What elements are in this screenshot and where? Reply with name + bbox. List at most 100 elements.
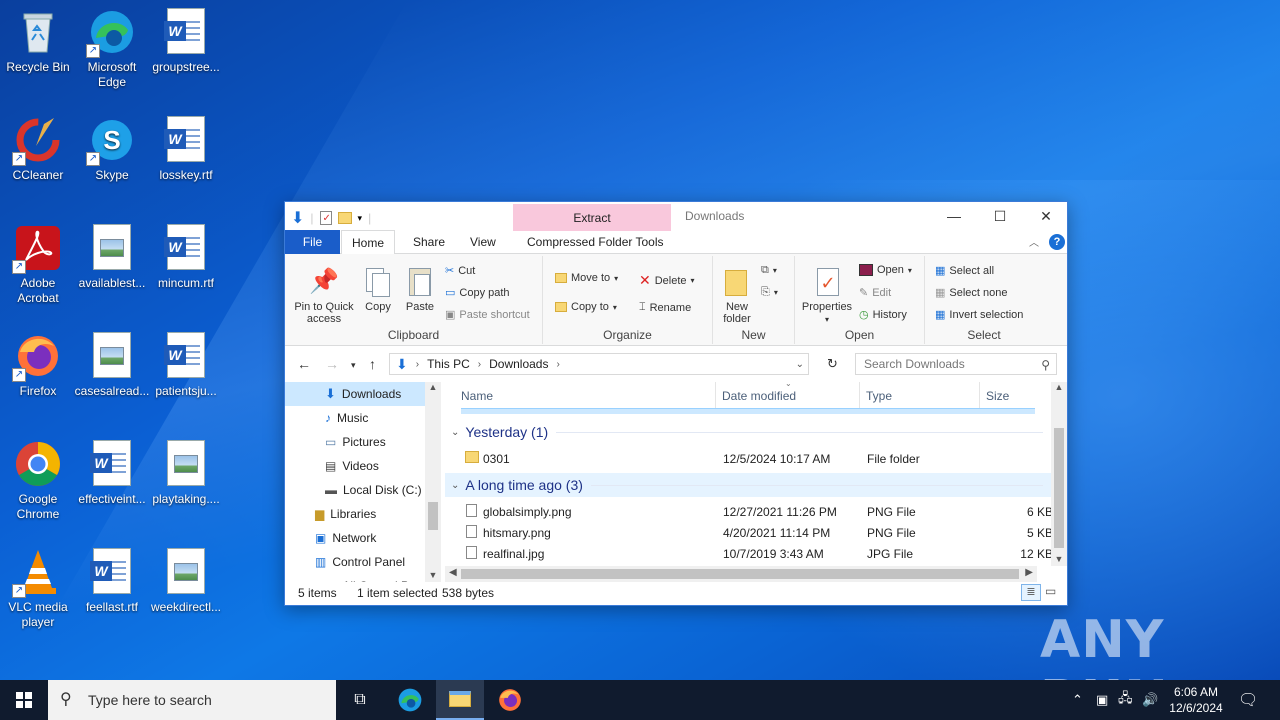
nav-item-pictures[interactable]: ▭ Pictures [285, 430, 441, 454]
scroll-down-icon[interactable]: ▼ [1051, 554, 1067, 564]
desktop-icon-word-doc[interactable]: W losskey.rtf [148, 116, 224, 183]
desktop-icon-word-doc[interactable]: W mincum.rtf [148, 224, 224, 291]
desktop-icon-edge[interactable]: ↗ Microsoft Edge [74, 8, 150, 90]
desktop-icon-google-chrome[interactable]: Google Chrome [0, 440, 76, 522]
tab-home[interactable]: Home [341, 230, 396, 255]
details-view-icon[interactable]: ≣ [1021, 584, 1041, 601]
scroll-left-icon[interactable]: ◀ [449, 567, 457, 578]
maximize-button[interactable]: ☐ [977, 202, 1023, 230]
tab-share[interactable]: Share [403, 230, 455, 254]
content-scrollbar[interactable]: ▲ ▼ [1051, 382, 1067, 566]
start-button[interactable] [0, 680, 48, 720]
history-button[interactable]: ◷ History [859, 308, 907, 322]
group-header-yesterday[interactable]: ⌄ Yesterday (1) [445, 420, 1053, 444]
delete-button[interactable]: ✕ Delete ▾ [639, 272, 695, 289]
tab-compressed-folder-tools[interactable]: Compressed Folder Tools [517, 230, 674, 254]
scroll-down-icon[interactable]: ▼ [425, 570, 441, 580]
up-arrow-icon[interactable]: ↑ [369, 356, 376, 372]
desktop-icon-word-doc[interactable]: W effectiveint... [74, 440, 150, 507]
nav-item-music[interactable]: ♪ Music [285, 406, 441, 430]
search-input[interactable]: Search Downloads ⚲ [855, 353, 1057, 375]
horizontal-scroll-thumb[interactable] [461, 569, 1019, 579]
file-row[interactable]: realfinal.jpg 10/7/2019 3:43 AM JPG File… [445, 543, 1053, 564]
move-to-button[interactable]: Move to ▾ [555, 272, 618, 284]
tab-file[interactable]: File [285, 230, 340, 254]
desktop-icon-image-file[interactable]: availablest... [74, 224, 150, 291]
nav-item-downloads[interactable]: ⬇ Downloads [285, 382, 441, 406]
collapse-ribbon-icon[interactable]: ︿ [1029, 234, 1039, 249]
address-dropdown-icon[interactable]: ⌄ [796, 359, 804, 370]
nav-item-local-disk[interactable]: ▬ Local Disk (C:) [285, 478, 441, 502]
taskbar-search-input[interactable]: ⚲ Type here to search [48, 680, 336, 720]
desktop-icon-ccleaner[interactable]: ↗ CCleaner [0, 116, 76, 183]
taskbar-firefox[interactable] [486, 680, 534, 720]
tray-app-icon[interactable]: ▣ [1096, 680, 1108, 720]
pin-to-quick-access-button[interactable]: 📌 Pin to Quick access [289, 266, 359, 325]
taskbar-clock[interactable]: 6:06 AM 12/6/2024 [1164, 684, 1228, 716]
taskbar-edge[interactable] [386, 680, 434, 720]
new-item-button[interactable]: ⧉ ▾ [761, 264, 777, 277]
copy-to-button[interactable]: Copy to ▾ [555, 301, 617, 313]
breadcrumb-downloads[interactable]: Downloads [489, 357, 548, 371]
paste-button[interactable]: Paste [401, 266, 439, 313]
desktop-icon-skype[interactable]: S ↗ Skype [74, 116, 150, 183]
column-name[interactable]: Name [461, 389, 493, 403]
large-icons-view-icon[interactable]: ▭ [1045, 584, 1056, 598]
recent-locations-icon[interactable]: ▾ [351, 360, 356, 371]
nav-item-network[interactable]: ▣ Network [285, 526, 441, 550]
downloads-arrow-icon[interactable]: ⬇ [291, 208, 304, 228]
new-folder-icon[interactable] [337, 212, 352, 224]
close-button[interactable]: ✕ [1023, 202, 1069, 230]
selected-row-partial[interactable] [461, 408, 1035, 414]
desktop-icon-word-doc[interactable]: W feellast.rtf [74, 548, 150, 615]
forward-arrow-icon[interactable]: → [325, 356, 339, 372]
select-none-button[interactable]: ▦ Select none [935, 286, 1008, 300]
context-tab-extract[interactable]: Extract [513, 204, 671, 231]
new-folder-button[interactable]: New folder [717, 266, 757, 325]
scroll-up-icon[interactable]: ▲ [425, 382, 441, 392]
taskbar-file-explorer[interactable] [436, 680, 484, 720]
scroll-up-icon[interactable]: ▲ [1051, 382, 1067, 392]
invert-selection-button[interactable]: ▦ Invert selection [935, 308, 1023, 322]
back-arrow-icon[interactable]: ← [297, 356, 311, 372]
volume-tray-button[interactable]: 🔊 [1142, 680, 1158, 720]
scroll-right-icon[interactable]: ▶ [1025, 567, 1033, 578]
show-hidden-icons-button[interactable]: ⌃ [1072, 680, 1083, 720]
customize-qat-icon[interactable]: ▾ [358, 213, 363, 224]
content-scroll-thumb[interactable] [1054, 428, 1064, 548]
column-size[interactable]: Size [986, 389, 1009, 403]
desktop-icon-image-file[interactable]: playtaking.... [148, 440, 224, 507]
column-type[interactable]: Type [866, 389, 892, 403]
action-center-button[interactable]: 🗨 [1238, 680, 1258, 720]
desktop-icon-adobe-acrobat[interactable]: ↗ Adobe Acrobat [0, 224, 76, 306]
desktop-icon-word-doc[interactable]: W patientsju... [148, 332, 224, 399]
properties-button[interactable]: ✓ Properties ▾ [799, 266, 855, 326]
breadcrumb-this-pc[interactable]: This PC [427, 357, 470, 371]
cut-button[interactable]: ✂ Cut [445, 264, 475, 278]
desktop-icon-vlc[interactable]: ↗ VLC media player [0, 548, 76, 630]
select-all-button[interactable]: ▦ Select all [935, 264, 994, 278]
group-header-long-ago[interactable]: ⌄ A long time ago (3) [445, 473, 1053, 497]
file-row[interactable]: globalsimply.png 12/27/2021 11:26 PM PNG… [445, 501, 1053, 522]
minimize-button[interactable]: — [931, 202, 977, 230]
properties-icon[interactable]: ✓ [319, 211, 332, 225]
desktop-icon-image-file[interactable]: casesalread... [74, 332, 150, 399]
edit-button[interactable]: ✎ Edit [859, 286, 891, 300]
easy-access-button[interactable]: ⎘ ▾ [761, 286, 778, 299]
open-button[interactable]: Open ▾ [859, 264, 912, 276]
copy-path-button[interactable]: ▭ Copy path [445, 286, 510, 300]
tab-view[interactable]: View [460, 230, 506, 254]
network-tray-button[interactable]: 🖧 [1118, 680, 1133, 720]
desktop-icon-word-doc[interactable]: W groupstree... [148, 8, 224, 75]
file-row[interactable]: 0301 12/5/2024 10:17 AM File folder [445, 448, 1053, 469]
help-icon[interactable]: ? [1049, 234, 1065, 250]
desktop-icon-firefox[interactable]: ↗ Firefox [0, 332, 76, 399]
address-bar[interactable]: ⬇ › This PC › Downloads › ⌄ [389, 353, 809, 375]
desktop-icon-image-file[interactable]: weekdirectl... [148, 548, 224, 615]
desktop-icon-recycle-bin[interactable]: Recycle Bin [0, 8, 76, 75]
nav-item-control-panel[interactable]: ▥ Control Panel [285, 550, 441, 574]
paste-shortcut-button[interactable]: ▣ Paste shortcut [445, 308, 530, 322]
nav-scroll-thumb[interactable] [428, 502, 438, 530]
task-view-button[interactable]: ⧉ [336, 680, 384, 720]
rename-button[interactable]: ⌶ Rename [639, 301, 691, 314]
